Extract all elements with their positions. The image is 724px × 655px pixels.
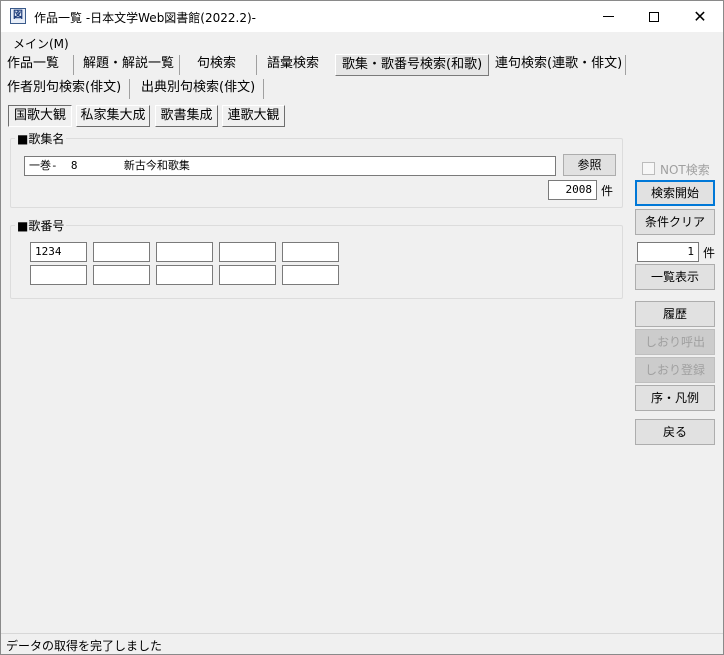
reference-button[interactable]: 参照 bbox=[563, 154, 616, 176]
menu-bar: メイン(M) bbox=[1, 32, 723, 52]
subtab-kokka-taikan[interactable]: 国歌大観 bbox=[8, 105, 72, 127]
tab-separator bbox=[73, 55, 74, 75]
bookmark-recall-button[interactable]: しおり呼出 bbox=[635, 329, 715, 355]
kabango-field[interactable] bbox=[219, 265, 276, 285]
result-count-field: 1 bbox=[637, 242, 699, 262]
kabango-field[interactable] bbox=[282, 242, 339, 262]
subtab-shikashu-taisei[interactable]: 私家集大成 bbox=[76, 105, 150, 127]
kashu-count-unit: 件 bbox=[601, 184, 614, 198]
not-search-checkbox[interactable] bbox=[642, 162, 655, 175]
kabango-group-label: ■歌番号 bbox=[15, 217, 67, 234]
kabango-field[interactable] bbox=[156, 242, 213, 262]
close-icon: ✕ bbox=[693, 7, 707, 26]
subtab-renga-taikan[interactable]: 連歌大観 bbox=[222, 105, 285, 127]
status-text: データの取得を完了しました bbox=[6, 639, 163, 653]
kashu-count-field: 2008 bbox=[548, 180, 597, 200]
tab-kashu-kabango-search[interactable]: 歌集・歌番号検索(和歌) bbox=[335, 54, 490, 76]
back-button[interactable]: 戻る bbox=[635, 419, 715, 445]
kashu-group-label: ■歌集名 bbox=[15, 130, 67, 147]
tab-works-list[interactable]: 作品一覧 bbox=[1, 54, 65, 76]
tab-renku-search[interactable]: 連句検索(連歌・俳文) bbox=[489, 54, 628, 76]
menu-main[interactable]: メイン(M) bbox=[13, 35, 69, 52]
kabango-field[interactable] bbox=[156, 265, 213, 285]
kabango-field[interactable] bbox=[282, 265, 339, 285]
window-title: 作品一覧 -日本文学Web図書館(2022.2)- bbox=[34, 11, 256, 25]
tab-separator bbox=[179, 55, 180, 75]
tab-commentary-list[interactable]: 解題・解説一覧 bbox=[77, 54, 180, 76]
status-bar: データの取得を完了しました bbox=[1, 633, 723, 654]
preface-notes-button[interactable]: 序・凡例 bbox=[635, 385, 715, 411]
kabango-field[interactable] bbox=[93, 265, 150, 285]
kabango-field[interactable] bbox=[93, 242, 150, 262]
kabango-field[interactable] bbox=[219, 242, 276, 262]
minimize-icon bbox=[602, 16, 614, 17]
maximize-button[interactable] bbox=[631, 1, 677, 32]
tab-vocabulary-search[interactable]: 語彙検索 bbox=[261, 54, 325, 76]
list-view-button[interactable]: 一覧表示 bbox=[635, 264, 715, 290]
tab-separator bbox=[129, 79, 130, 99]
app-icon: 図 bbox=[10, 8, 26, 24]
tab-author-phrase-search[interactable]: 作者別句検索(俳文) bbox=[1, 78, 127, 100]
subtab-kasho-shusei[interactable]: 歌書集成 bbox=[155, 105, 218, 127]
history-button[interactable]: 履歴 bbox=[635, 301, 715, 327]
kabango-group bbox=[10, 225, 623, 299]
minimize-button[interactable] bbox=[585, 1, 631, 32]
kabango-field[interactable]: 1234 bbox=[30, 242, 87, 262]
app-window: 図 作品一覧 -日本文学Web図書館(2022.2)- ✕ メイン(M) 作品一… bbox=[0, 0, 724, 655]
clear-conditions-button[interactable]: 条件クリア bbox=[635, 209, 715, 235]
close-button[interactable]: ✕ bbox=[677, 1, 723, 32]
search-button[interactable]: 検索開始 bbox=[635, 180, 715, 206]
not-search-label: NOT検索 bbox=[660, 163, 710, 177]
kashu-name-field[interactable]: 一巻- 8 新古今和歌集 bbox=[24, 156, 556, 176]
tab-separator bbox=[256, 55, 257, 75]
tab-phrase-search[interactable]: 句検索 bbox=[191, 54, 242, 76]
title-bar: 図 作品一覧 -日本文学Web図書館(2022.2)- ✕ bbox=[1, 1, 723, 32]
bookmark-save-button[interactable]: しおり登録 bbox=[635, 357, 715, 383]
tab-separator bbox=[263, 79, 264, 99]
maximize-icon bbox=[649, 11, 659, 22]
tab-separator bbox=[625, 55, 626, 75]
result-count-unit: 件 bbox=[703, 246, 716, 260]
tab-source-phrase-search[interactable]: 出典別句検索(俳文) bbox=[135, 78, 261, 100]
kabango-field[interactable] bbox=[30, 265, 87, 285]
